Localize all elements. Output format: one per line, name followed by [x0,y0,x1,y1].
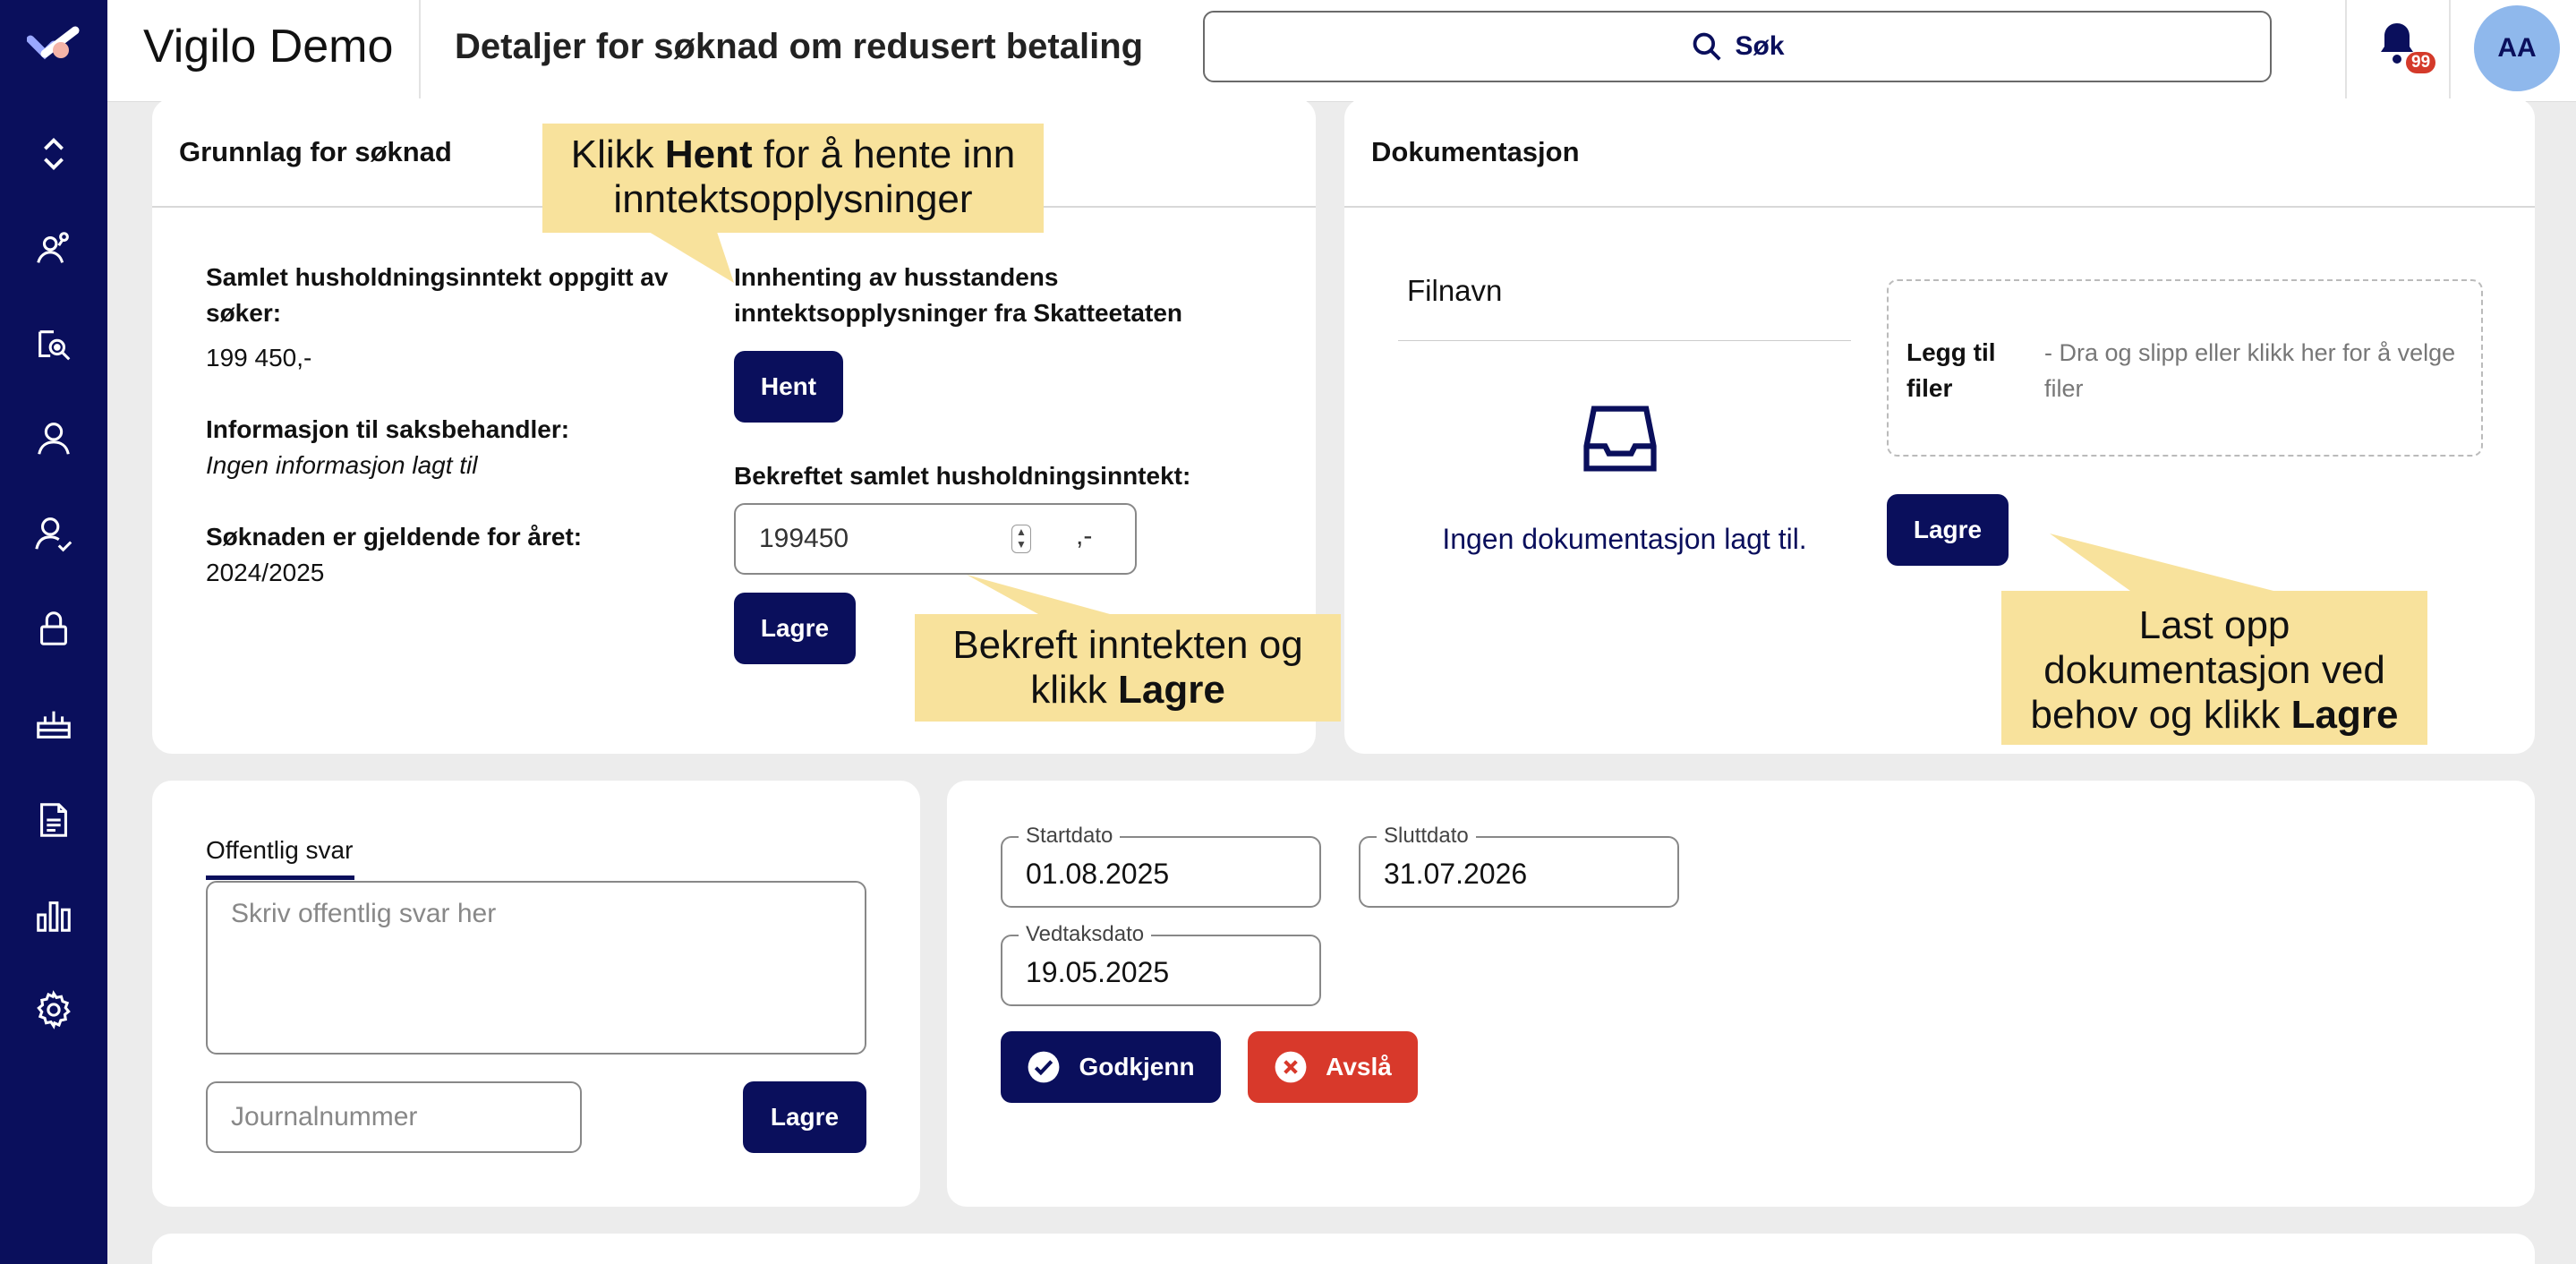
callout-lagre: Bekreft inntekten og klikk Lagre [915,614,1341,722]
callout-pointer-doc [2050,534,2273,591]
callout-pointer-lagre [967,575,1110,614]
callout-doc-bold: Lagre [2290,693,2399,737]
callout-hent-pre: Klikk [570,132,665,176]
callout-doc: Last opp dokumentasjon ved behov og klik… [2001,591,2427,745]
callout-pointer-hent [644,229,734,283]
callout-hent: Klikk Hent for å hente inn inntektsopply… [542,124,1044,233]
callout-lagre-bold: Lagre [1117,668,1225,712]
callout-hent-bold: Hent [664,132,753,176]
